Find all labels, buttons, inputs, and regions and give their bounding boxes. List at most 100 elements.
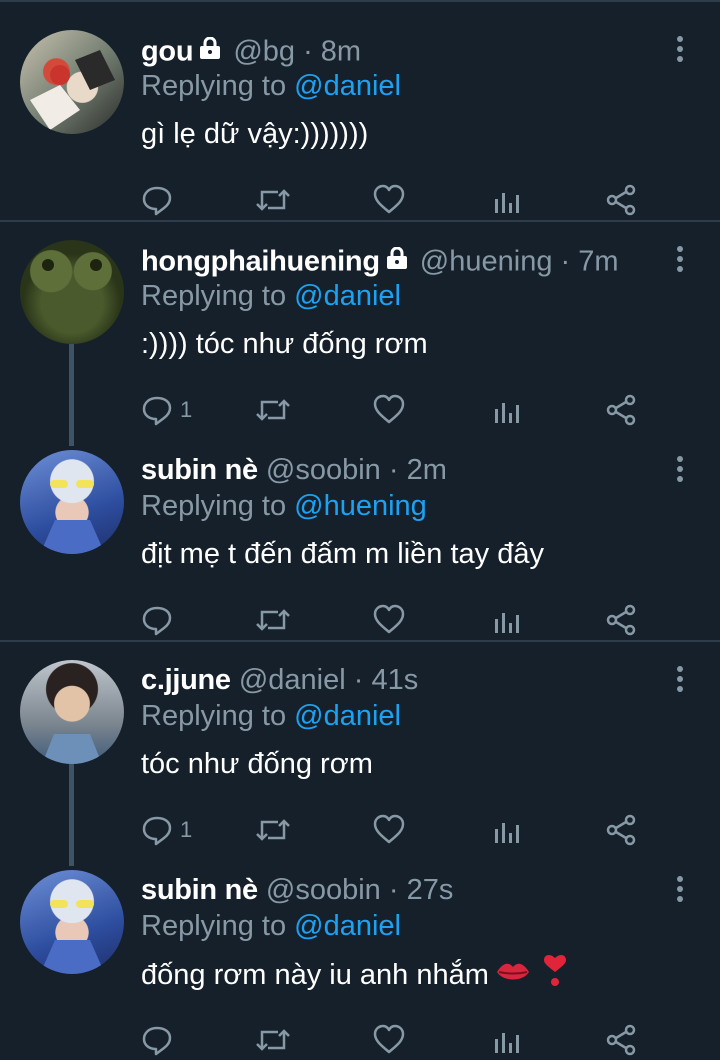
heart-icon — [373, 604, 405, 634]
analytics-icon — [495, 613, 519, 633]
like-button[interactable] — [372, 810, 406, 850]
tweet[interactable]: subin nè @soobin · 27s Replying to @dani… — [0, 870, 720, 1056]
analytics-icon — [495, 823, 519, 843]
retweet-button[interactable] — [254, 1020, 292, 1060]
tweet-actions: 1 — [0, 390, 720, 430]
handle-timestamp: @soobin · 2m — [265, 454, 447, 486]
tweet-actions — [0, 180, 720, 220]
tweet-header: c.jjune @daniel · 41s — [141, 660, 418, 700]
avatar[interactable] — [20, 870, 124, 974]
top-divider — [0, 0, 720, 2]
share-button[interactable] — [604, 1020, 638, 1060]
share-button[interactable] — [604, 600, 638, 640]
mention-link[interactable]: @daniel — [294, 910, 401, 942]
mention-link[interactable]: @daniel — [294, 70, 401, 102]
share-icon — [606, 394, 636, 426]
analytics-button[interactable] — [492, 600, 522, 640]
replying-to: Replying to @daniel — [141, 276, 401, 316]
retweet-button[interactable] — [254, 390, 292, 430]
display-name[interactable]: gou — [141, 36, 194, 68]
like-button[interactable] — [372, 600, 406, 640]
heart-icon — [373, 814, 405, 844]
tweet-text-content: đống rơm này iu anh nhắm — [141, 959, 489, 992]
analytics-icon — [495, 1033, 519, 1053]
more-vertical-icon[interactable] — [676, 36, 684, 66]
avatar[interactable] — [20, 240, 124, 344]
analytics-button[interactable] — [492, 810, 522, 850]
reply-button[interactable] — [140, 600, 180, 640]
avatar-illustration — [40, 900, 105, 974]
more-vertical-icon[interactable] — [676, 876, 684, 906]
share-button[interactable] — [604, 390, 638, 430]
tweet-text: tóc như đống rơm — [141, 748, 373, 780]
tweet[interactable]: c.jjune @daniel · 41s Replying to @danie… — [0, 660, 720, 850]
display-name[interactable]: subin nè — [141, 454, 258, 486]
handle-timestamp: @huening · 7m — [419, 245, 619, 278]
reply-button[interactable] — [140, 180, 180, 220]
avatar-illustration — [42, 734, 102, 764]
tweet-header: subin nè @soobin · 27s — [141, 870, 453, 910]
avatar[interactable] — [20, 660, 124, 764]
mention-link[interactable]: @huening — [294, 490, 427, 522]
tweet[interactable]: subin nè @soobin · 2m Replying to @hueni… — [0, 450, 720, 640]
share-icon — [606, 604, 636, 636]
analytics-button[interactable] — [492, 390, 522, 430]
mention-link[interactable]: @daniel — [294, 700, 401, 732]
like-button[interactable] — [372, 180, 406, 220]
retweet-icon — [256, 189, 290, 211]
retweet-button[interactable] — [254, 600, 292, 640]
replying-to-label: Replying to — [141, 910, 295, 942]
reply-button[interactable] — [140, 1020, 180, 1060]
tweet-actions — [0, 600, 720, 640]
display-name[interactable]: c.jjune — [141, 664, 231, 696]
retweet-button[interactable] — [254, 810, 292, 850]
replying-to: Replying to @huening — [141, 486, 427, 526]
retweet-button[interactable] — [254, 180, 292, 220]
tweet-text: :)))) tóc như đống rơm — [141, 328, 428, 360]
replying-to-label: Replying to — [141, 280, 295, 312]
retweet-icon — [256, 1029, 290, 1051]
mention-link[interactable]: @daniel — [294, 280, 401, 312]
replying-to-label: Replying to — [141, 490, 295, 522]
heart-exclamation-icon — [543, 954, 567, 999]
tweet-header: gou @bg · 8m — [141, 30, 361, 70]
share-button[interactable] — [604, 180, 638, 220]
heart-icon — [373, 1024, 405, 1054]
reply-button[interactable]: 1 — [140, 810, 192, 850]
tweet[interactable]: hongphaihuening @huening · 7m Replying t… — [0, 240, 720, 430]
reply-icon — [142, 1026, 172, 1056]
analytics-button[interactable] — [492, 1020, 522, 1060]
reply-button[interactable]: 1 — [140, 390, 192, 430]
handle-timestamp: @daniel · 41s — [238, 664, 419, 696]
reply-icon — [142, 186, 172, 216]
more-vertical-icon[interactable] — [676, 666, 684, 696]
retweet-icon — [256, 819, 290, 841]
heart-icon — [373, 394, 405, 424]
tweet-text: địt mẹ t đến đấm m liền tay đây — [141, 538, 544, 570]
like-button[interactable] — [372, 390, 406, 430]
retweet-icon — [256, 609, 290, 631]
replying-to-label: Replying to — [141, 70, 295, 102]
handle-timestamp: @bg · 8m — [233, 35, 362, 68]
more-vertical-icon[interactable] — [676, 246, 684, 276]
reply-count: 1 — [180, 397, 193, 422]
avatar[interactable] — [20, 450, 124, 554]
reply-icon — [142, 816, 172, 846]
display-name[interactable]: hongphaihuening — [141, 246, 380, 278]
analytics-button[interactable] — [492, 180, 522, 220]
tweet-header: hongphaihuening @huening · 7m — [141, 240, 619, 280]
handle-timestamp: @soobin · 27s — [265, 874, 454, 906]
avatar-illustration — [42, 259, 102, 271]
share-button[interactable] — [604, 810, 638, 850]
avatar[interactable] — [20, 30, 124, 134]
like-button[interactable] — [372, 1020, 406, 1060]
more-vertical-icon[interactable] — [676, 456, 684, 486]
replying-to: Replying to @daniel — [141, 696, 401, 736]
divider — [0, 220, 720, 222]
tweet[interactable]: gou @bg · 8m Replying to @daniel gì lẹ d… — [0, 30, 720, 220]
share-icon — [606, 1024, 636, 1056]
reply-icon — [142, 396, 172, 426]
analytics-icon — [495, 193, 519, 213]
display-name[interactable]: subin nè — [141, 874, 258, 906]
kiss-mark-icon — [495, 957, 531, 997]
